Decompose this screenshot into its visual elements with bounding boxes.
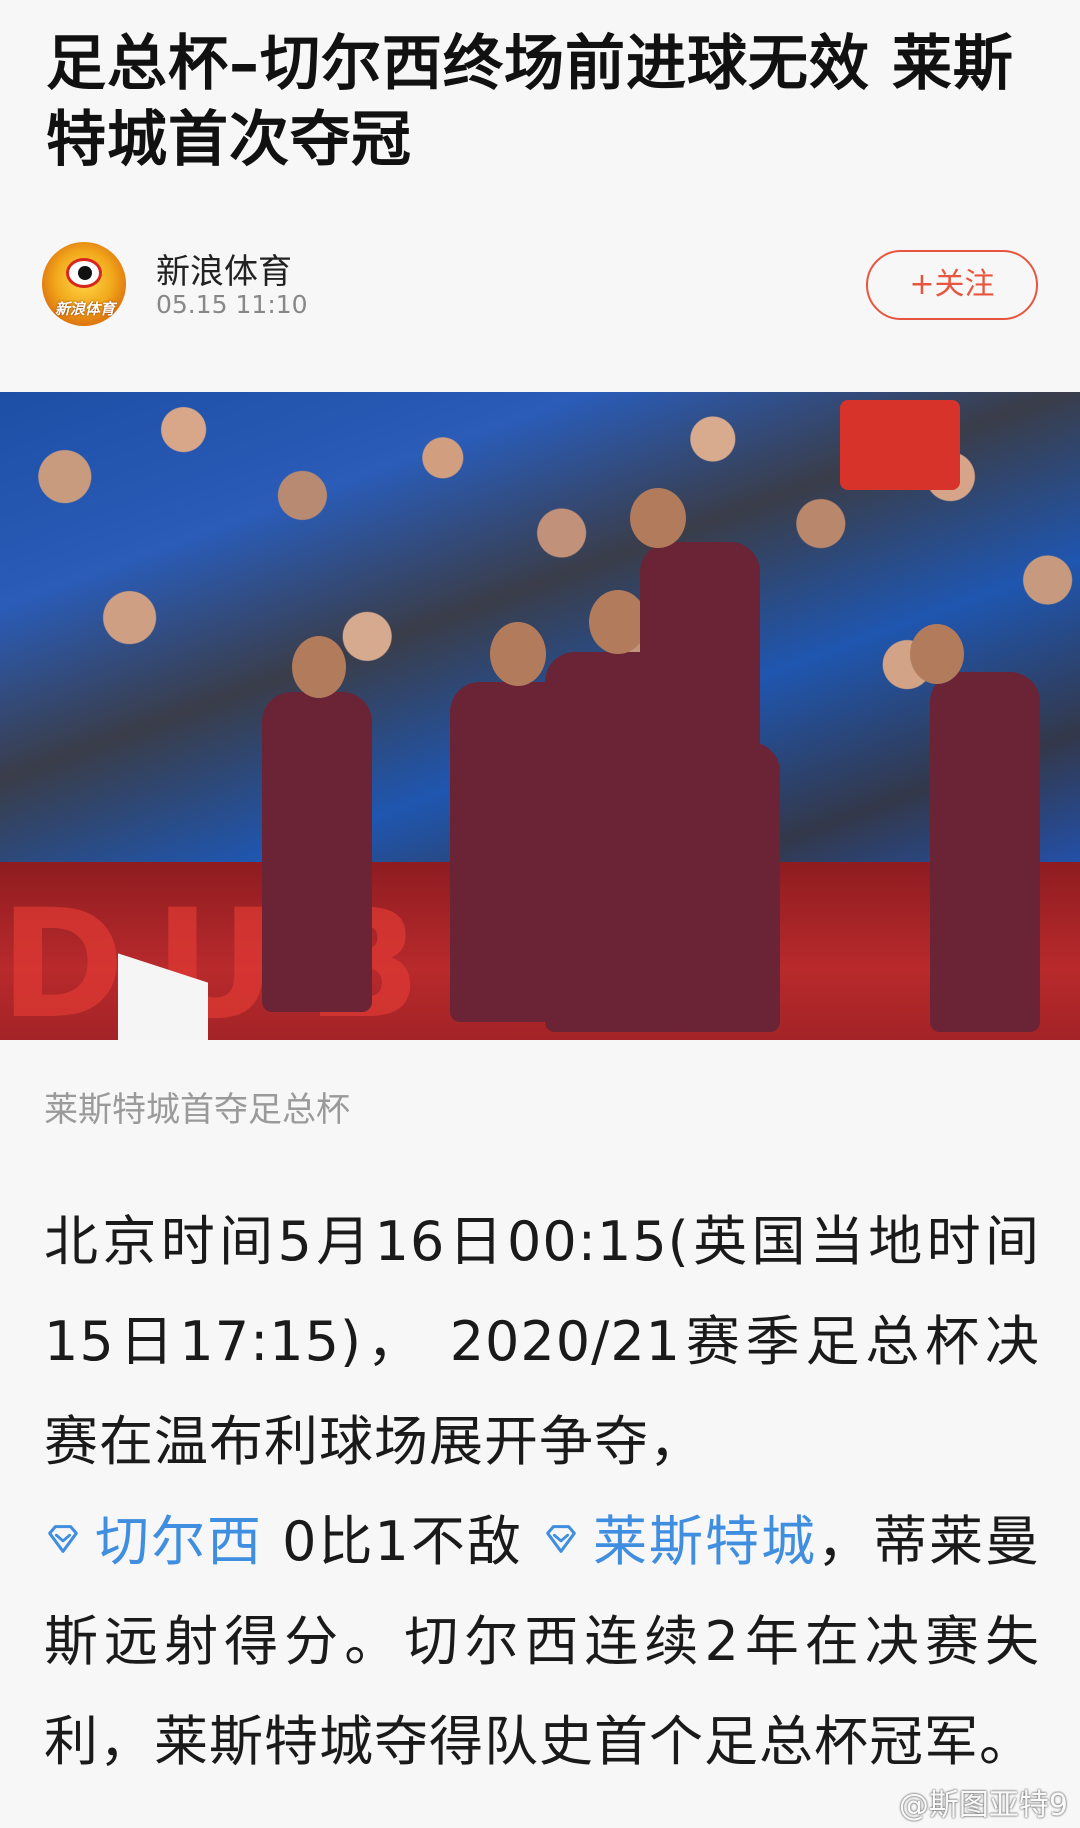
publish-time: 05.15 11:10	[156, 290, 308, 319]
article-text: 0比1不敌	[263, 1510, 523, 1573]
article-title: 足总杯–切尔西终场前进球无效 莱斯特城首次夺冠	[46, 29, 1014, 175]
article-page: 足总杯–切尔西终场前进球无效 莱斯特城首次夺冠 新浪体育 新浪体育 05.15 …	[0, 0, 1080, 1828]
player-figure	[262, 636, 372, 1012]
sina-eye-pupil-icon	[78, 266, 92, 280]
team-tag-label: 切尔西	[94, 1510, 263, 1573]
player-figure	[910, 624, 1040, 1032]
diamond-tag-icon	[48, 1525, 78, 1554]
article-photo[interactable]: DUBAI	[0, 392, 1080, 1040]
player-head	[589, 590, 647, 654]
photo-caption: 莱斯特城首夺足总杯	[44, 1090, 350, 1130]
player-head	[490, 622, 546, 686]
team-tag-label: 莱斯特城	[592, 1510, 818, 1573]
article-body: 北京时间5月16日00:15(英国当地时间15日17:15)， 2020/21赛…	[44, 1192, 1040, 1792]
stadium-seat	[840, 400, 960, 490]
player-head	[292, 636, 346, 698]
weibo-watermark: @斯图亚特9	[898, 1788, 1068, 1823]
author-row: 新浪体育 新浪体育 05.15 11:10 +关注	[42, 240, 1038, 330]
author-name[interactable]: 新浪体育	[156, 244, 292, 293]
avatar-logo-text: 新浪体育	[54, 300, 115, 318]
avatar[interactable]: 新浪体育	[42, 242, 126, 326]
team-tag-leicester[interactable]: 莱斯特城	[542, 1510, 817, 1573]
player-head	[910, 624, 964, 684]
diamond-tag-icon	[546, 1525, 576, 1554]
player-head	[630, 488, 686, 548]
article-text: 北京时间5月16日00:15(英国当地时间15日17:15)， 2020/21赛…	[44, 1210, 1040, 1473]
team-tag-chelsea[interactable]: 切尔西	[44, 1510, 263, 1573]
player-figure	[630, 488, 760, 772]
article-paragraph: 北京时间5月16日00:15(英国当地时间15日17:15)， 2020/21赛…	[44, 1192, 1040, 1792]
player-figure	[670, 742, 780, 1032]
follow-button[interactable]: +关注	[866, 250, 1038, 320]
